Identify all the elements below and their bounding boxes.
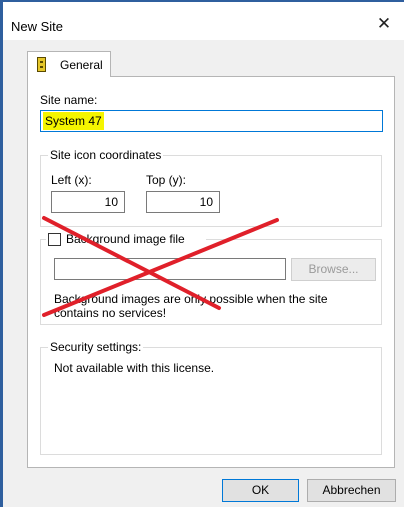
ok-button[interactable]: OK	[222, 479, 299, 502]
security-group-title: Security settings:	[48, 340, 144, 354]
title-bar[interactable]: New Site ✕	[3, 2, 404, 40]
site-icon	[37, 57, 46, 72]
left-x-input[interactable]: 10	[51, 191, 125, 213]
site-name-input[interactable]: System 47	[40, 110, 383, 132]
tab-general[interactable]: General	[27, 51, 111, 77]
security-message: Not available with this license.	[54, 361, 215, 375]
background-note-line1: Background images are only possible when…	[54, 292, 328, 306]
browse-button[interactable]: Browse...	[291, 258, 376, 281]
coordinates-group-title: Site icon coordinates	[48, 148, 164, 162]
background-image-path-input[interactable]	[54, 258, 286, 280]
window-title: New Site	[11, 19, 64, 34]
top-y-input[interactable]: 10	[146, 191, 220, 213]
background-image-checkbox[interactable]	[48, 233, 61, 246]
new-site-dialog: New Site ✕ General Site name: System 47 …	[0, 0, 404, 507]
left-x-label: Left (x):	[51, 173, 92, 187]
background-note-line2: contains no services!	[54, 306, 167, 320]
background-image-checkbox-label: Background image file	[66, 232, 185, 246]
site-name-label: Site name:	[40, 93, 98, 107]
cancel-button[interactable]: Abbrechen	[307, 479, 396, 502]
top-y-label: Top (y):	[146, 173, 187, 187]
site-name-value: System 47	[43, 112, 104, 130]
tab-general-label: General	[60, 58, 103, 72]
close-icon[interactable]: ✕	[374, 14, 394, 34]
